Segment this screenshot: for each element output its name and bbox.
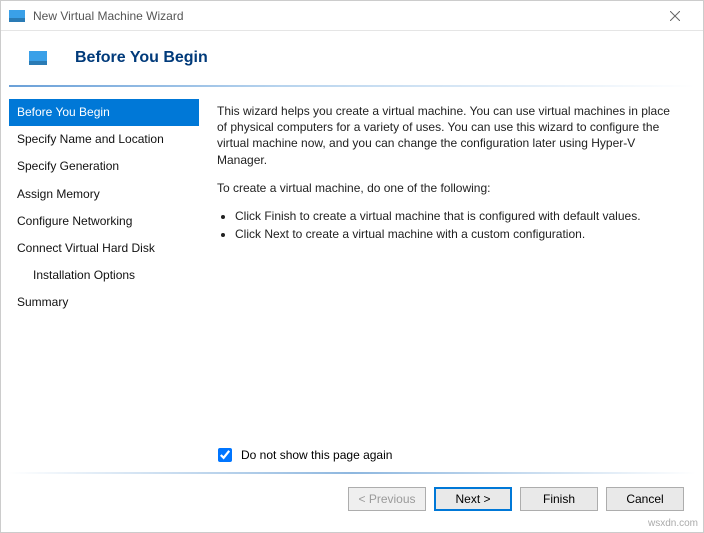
instruction-list: Click Finish to create a virtual machine… [235,208,681,242]
close-button[interactable] [655,1,695,31]
app-icon [9,10,25,22]
wizard-header: Before You Begin [1,31,703,85]
wizard-content: This wizard helps you create a virtual m… [199,95,695,317]
step-assign-memory[interactable]: Assign Memory [9,181,199,208]
step-connect-virtual-hard-disk[interactable]: Connect Virtual Hard Disk [9,235,199,262]
wizard-icon [29,51,47,65]
step-specify-name-location[interactable]: Specify Name and Location [9,126,199,153]
page-title: Before You Begin [75,49,208,67]
sidebar-item-label: Summary [17,295,68,309]
step-configure-networking[interactable]: Configure Networking [9,208,199,235]
next-button[interactable]: Next > [434,487,512,511]
step-summary[interactable]: Summary [9,289,199,316]
titlebar: New Virtual Machine Wizard [1,1,703,31]
sidebar-item-label: Specify Generation [17,159,119,173]
step-installation-options[interactable]: Installation Options [9,262,199,289]
sidebar-item-label: Configure Networking [17,214,132,228]
watermark: wsxdn.com [648,518,698,529]
cancel-button[interactable]: Cancel [606,487,684,511]
previous-button: < Previous [348,487,426,511]
sidebar-item-label: Assign Memory [17,187,100,201]
step-before-you-begin[interactable]: Before You Begin [9,99,199,126]
do-not-show-again-row[interactable]: Do not show this page again [214,445,392,465]
subhead-text: To create a virtual machine, do one of t… [217,180,681,196]
intro-text: This wizard helps you create a virtual m… [217,103,681,168]
do-not-show-again-checkbox[interactable] [218,448,232,462]
footer-separator [8,472,696,474]
window-title: New Virtual Machine Wizard [33,9,655,23]
checkbox-label: Do not show this page again [241,448,392,462]
wizard-buttons: < Previous Next > Finish Cancel [348,487,684,511]
sidebar-item-label: Specify Name and Location [17,132,164,146]
sidebar-item-label: Connect Virtual Hard Disk [17,241,155,255]
wizard-steps-sidebar: Before You Begin Specify Name and Locati… [9,95,199,317]
bullet-item: Click Finish to create a virtual machine… [235,208,681,224]
finish-button[interactable]: Finish [520,487,598,511]
bullet-item: Click Next to create a virtual machine w… [235,226,681,242]
sidebar-item-label: Before You Begin [17,105,110,119]
sidebar-item-label: Installation Options [33,268,135,282]
step-specify-generation[interactable]: Specify Generation [9,153,199,180]
